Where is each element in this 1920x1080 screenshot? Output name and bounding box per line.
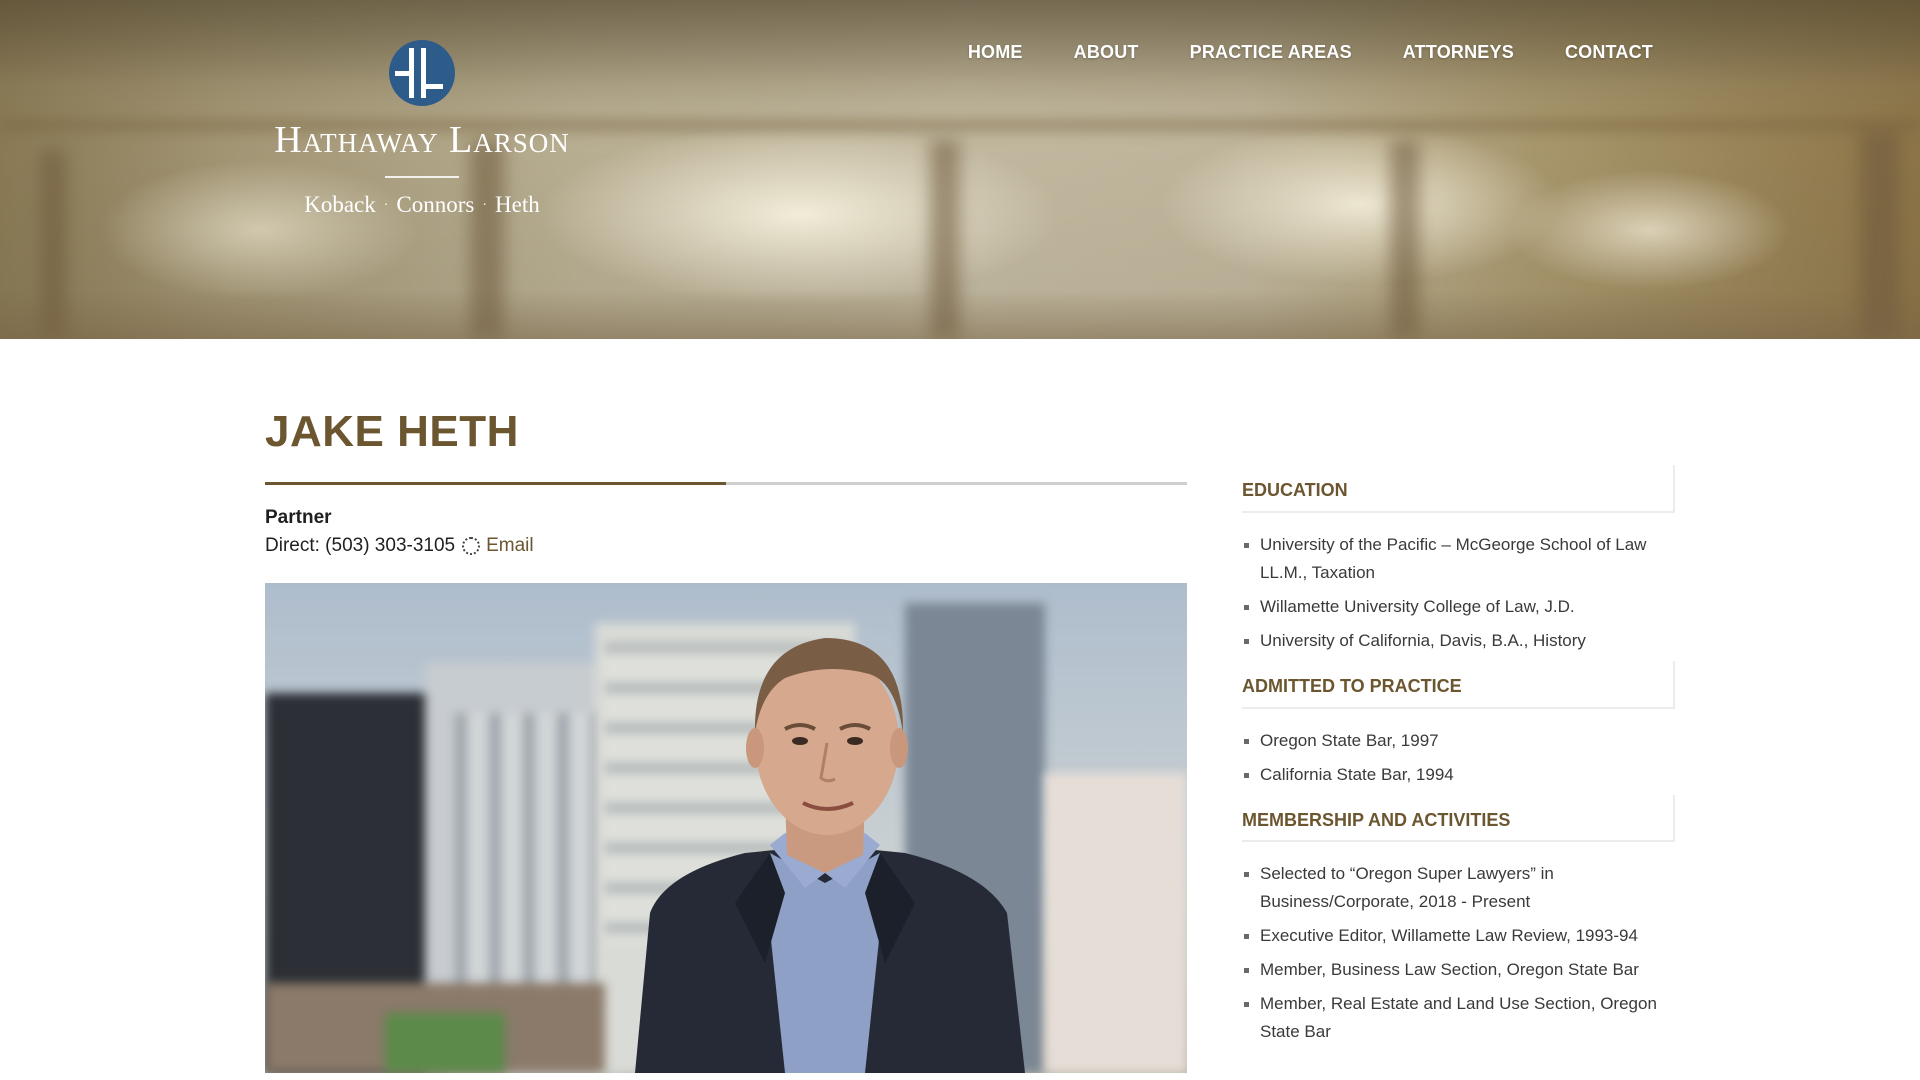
loading-spinner-icon bbox=[462, 537, 481, 555]
hero-header: Hathaway Larson Koback · Connors · Heth HOME… bbox=[0, 0, 1920, 339]
list-item-text: University of California, Davis, B.A., H… bbox=[1260, 630, 1586, 650]
list-item-text: Selected to “Oregon Super Lawyers” in Bu… bbox=[1260, 864, 1554, 912]
section-title-membership: MEMBERSHIP AND ACTIVITIES bbox=[1242, 794, 1675, 843]
bullet-icon bbox=[1244, 738, 1249, 744]
logo-partner-name: Connors bbox=[396, 192, 475, 217]
list-item: Selected to “Oregon Super Lawyers” in Bu… bbox=[1242, 860, 1675, 916]
logo-separator: · bbox=[482, 198, 488, 213]
attorney-portrait bbox=[635, 638, 1025, 1073]
section-title-admitted: ADMITTED TO PRACTICE bbox=[1242, 660, 1675, 709]
profile-main: JAKE HETH Partner Direct: (503) 303-3105… bbox=[265, 410, 1187, 1073]
email-link[interactable]: Email bbox=[486, 535, 534, 557]
list-item: Member, Business Law Section, Oregon Sta… bbox=[1242, 956, 1675, 984]
section-title-education: EDUCATION bbox=[1242, 465, 1675, 513]
logo-partner-name: Heth bbox=[495, 192, 540, 217]
list-item-text: University of the Pacific – McGeorge Sch… bbox=[1260, 534, 1647, 582]
list-item: University of California, Davis, B.A., H… bbox=[1242, 627, 1675, 655]
education-list: University of the Pacific – McGeorge Sch… bbox=[1242, 531, 1675, 655]
contact-line: Direct: (503) 303-3105 Email bbox=[265, 535, 1187, 557]
direct-phone[interactable]: Direct: (503) 303-3105 bbox=[265, 535, 455, 557]
heading-divider-accent bbox=[265, 482, 726, 485]
attorney-name: JAKE HETH bbox=[265, 407, 519, 456]
bullet-icon bbox=[1244, 968, 1249, 974]
list-item-text: Executive Editor, Willamette Law Review,… bbox=[1260, 926, 1638, 946]
nav-attorneys[interactable]: ATTORNEYS bbox=[1403, 38, 1514, 67]
main-nav: HOME ABOUT PRACTICE AREAS ATTORNEYS CONT… bbox=[917, 38, 1653, 67]
bullet-icon bbox=[1244, 934, 1249, 940]
nav-about[interactable]: ABOUT bbox=[1074, 38, 1139, 67]
bullet-icon bbox=[1244, 772, 1249, 778]
logo-partner-name: Koback bbox=[304, 192, 376, 217]
profile-sidebar: EDUCATION University of the Pacific – Mc… bbox=[1242, 465, 1675, 1052]
list-item: California State Bar, 1994 bbox=[1242, 761, 1675, 789]
list-item: University of the Pacific – McGeorge Sch… bbox=[1242, 531, 1675, 587]
list-item-text: Oregon State Bar, 1997 bbox=[1260, 730, 1439, 750]
site-logo[interactable]: Hathaway Larson Koback · Connors · Heth bbox=[262, 36, 582, 218]
nav-contact[interactable]: CONTACT bbox=[1565, 38, 1653, 67]
bullet-icon bbox=[1244, 604, 1249, 610]
admitted-list: Oregon State Bar, 1997 California State … bbox=[1242, 727, 1675, 789]
list-item-text: Member, Real Estate and Land Use Section… bbox=[1260, 994, 1657, 1042]
education-section: EDUCATION University of the Pacific – Mc… bbox=[1242, 465, 1675, 655]
membership-list: Selected to “Oregon Super Lawyers” in Bu… bbox=[1242, 860, 1675, 1046]
bullet-icon bbox=[1244, 872, 1249, 878]
nav-practice-areas[interactable]: PRACTICE AREAS bbox=[1190, 38, 1352, 67]
admitted-section: ADMITTED TO PRACTICE Oregon State Bar, 1… bbox=[1242, 660, 1675, 789]
list-item: Member, Real Estate and Land Use Section… bbox=[1242, 990, 1675, 1046]
membership-section: MEMBERSHIP AND ACTIVITIES Selected to “O… bbox=[1242, 794, 1675, 1047]
bullet-icon bbox=[1244, 1002, 1249, 1008]
attorney-title: Partner bbox=[265, 507, 332, 528]
list-item-text: Willamette University College of Law, J.… bbox=[1260, 596, 1575, 616]
list-item: Oregon State Bar, 1997 bbox=[1242, 727, 1675, 755]
list-item-text: California State Bar, 1994 bbox=[1260, 764, 1454, 784]
list-item-text: Member, Business Law Section, Oregon Sta… bbox=[1260, 960, 1639, 980]
logo-partner-names: Koback · Connors · Heth bbox=[262, 192, 582, 218]
attorney-photo bbox=[265, 583, 1187, 1073]
logo-firm-name: Hathaway Larson bbox=[274, 119, 570, 161]
heading-divider bbox=[265, 482, 1187, 485]
logo-mark-icon bbox=[389, 40, 455, 106]
hero-floor bbox=[0, 290, 1920, 339]
list-item: Willamette University College of Law, J.… bbox=[1242, 593, 1675, 621]
nav-home[interactable]: HOME bbox=[968, 38, 1023, 67]
bullet-icon bbox=[1244, 638, 1249, 644]
logo-divider bbox=[385, 176, 459, 178]
logo-separator: · bbox=[383, 198, 389, 213]
list-item: Executive Editor, Willamette Law Review,… bbox=[1242, 922, 1675, 950]
bullet-icon bbox=[1244, 542, 1249, 548]
